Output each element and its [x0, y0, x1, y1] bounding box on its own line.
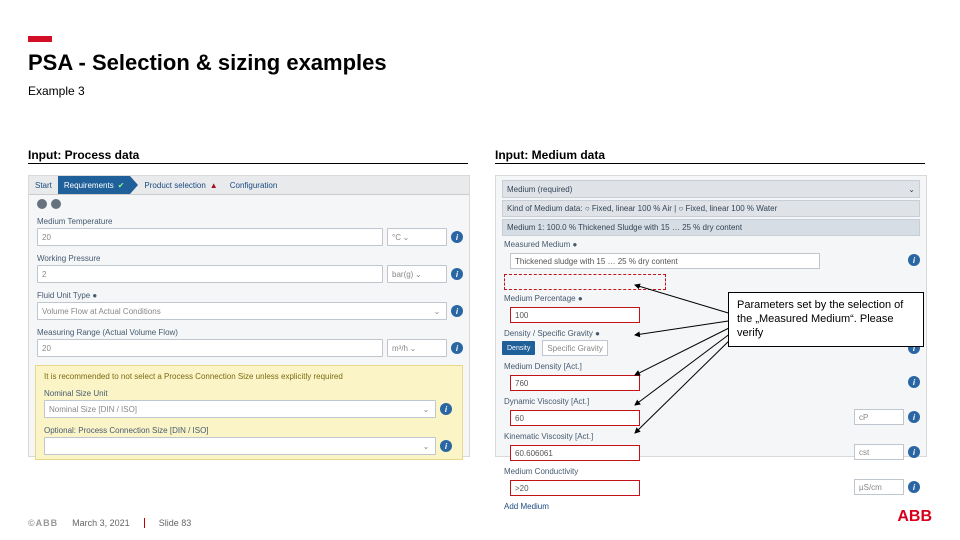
medium-percentage-input[interactable]: 100: [510, 307, 640, 323]
info-icon[interactable]: i: [908, 376, 920, 388]
warning-icon: ▲: [210, 181, 218, 190]
footer-slide: Slide 83: [159, 518, 192, 528]
field-label: Dynamic Viscosity [Act.]: [496, 393, 926, 408]
gear-icon[interactable]: [37, 199, 47, 209]
measured-medium-select[interactable]: Thickened sludge with 15 … 25 % dry cont…: [510, 253, 820, 269]
unit-select[interactable]: cst: [854, 444, 904, 460]
field-label: Medium Density [Act.]: [496, 358, 926, 373]
working-pressure-input[interactable]: 2: [37, 265, 383, 283]
wizard-step-start[interactable]: Start: [29, 176, 58, 194]
unit-select[interactable]: µS/cm: [854, 479, 904, 495]
fluid-unit-type-select[interactable]: Volume Flow at Actual Conditions⌄: [37, 302, 447, 320]
medium-temperature-unit[interactable]: °C⌄: [387, 228, 447, 246]
process-data-panel: Start Requirements ✔ Product selection ▲…: [28, 175, 470, 457]
conductivity-input[interactable]: >20: [510, 480, 640, 496]
page-title: PSA - Selection & sizing examples: [28, 50, 387, 76]
info-icon[interactable]: i: [908, 411, 920, 423]
chevron-down-icon: ⌄: [421, 441, 431, 451]
recommendation-text: It is recommended to not select a Proces…: [40, 370, 458, 385]
divider: [495, 163, 925, 164]
section-label-medium: Input: Medium data: [495, 148, 605, 162]
field-label: Optional: Process Connection Size [DIN /…: [40, 422, 458, 437]
nominal-size-select[interactable]: Nominal Size [DIN / ISO]⌄: [44, 400, 436, 418]
info-icon[interactable]: i: [908, 446, 920, 458]
chevron-down-icon: ⌄: [408, 343, 418, 353]
dynamic-viscosity-input[interactable]: 60: [510, 410, 640, 426]
field-label: Fluid Unit Type ●: [29, 287, 469, 302]
footer-divider: [144, 518, 145, 528]
density-input[interactable]: 760: [510, 375, 640, 391]
info-icon[interactable]: i: [451, 342, 463, 354]
chevron-right-icon: [130, 176, 138, 194]
chevron-down-icon: ⌄: [908, 185, 915, 194]
chevron-down-icon: ⌄: [413, 269, 423, 279]
divider: [28, 163, 468, 164]
page-subtitle: Example 3: [28, 84, 85, 98]
wizard-step-label: Requirements: [64, 181, 114, 190]
field-label: Working Pressure: [29, 250, 469, 265]
gear-icon[interactable]: [51, 199, 61, 209]
connection-size-select[interactable]: ⌄: [44, 437, 436, 455]
kinematic-viscosity-input[interactable]: 60.606061: [510, 445, 640, 461]
info-icon[interactable]: i: [451, 268, 463, 280]
add-medium-link[interactable]: Add Medium: [496, 498, 926, 515]
field-label: Medium Conductivity: [496, 463, 926, 478]
medium-temperature-input[interactable]: 20: [37, 228, 383, 246]
footer: ©ABB March 3, 2021 Slide 83: [28, 518, 191, 528]
abb-logo: ABB: [897, 508, 932, 526]
wizard-step-product-selection[interactable]: Product selection ▲: [138, 176, 223, 194]
density-button[interactable]: Density: [502, 341, 535, 355]
info-icon[interactable]: i: [440, 403, 452, 415]
field-label: Measured Medium ●: [496, 236, 926, 251]
field-label: Medium Temperature: [29, 213, 469, 228]
wizard-steps: Start Requirements ✔ Product selection ▲…: [29, 176, 469, 195]
working-pressure-unit[interactable]: bar(g)⌄: [387, 265, 447, 283]
highlight-dashed-icon: [504, 274, 666, 290]
field-label: Nominal Size Unit: [40, 385, 458, 400]
recommendation-box: It is recommended to not select a Proces…: [35, 365, 463, 460]
chevron-down-icon: ⌄: [432, 306, 442, 316]
info-icon[interactable]: i: [451, 305, 463, 317]
wizard-step-requirements[interactable]: Requirements ✔: [58, 176, 131, 194]
copyright: ©ABB: [28, 518, 58, 528]
specific-gravity-button[interactable]: Specific Gravity: [542, 340, 608, 356]
field-label: Kinematic Viscosity [Act.]: [496, 428, 926, 443]
info-icon[interactable]: i: [908, 481, 920, 493]
section-label-process: Input: Process data: [28, 148, 139, 162]
info-icon[interactable]: i: [451, 231, 463, 243]
measuring-range-input[interactable]: 20: [37, 339, 383, 357]
callout-box: Parameters set by the selection of the „…: [728, 292, 924, 347]
info-icon[interactable]: i: [440, 440, 452, 452]
info-icon[interactable]: i: [908, 254, 920, 266]
kind-of-medium-row[interactable]: Kind of Medium data: ○ Fixed, linear 100…: [502, 200, 920, 217]
chevron-down-icon: ⌄: [421, 404, 431, 414]
medium-header[interactable]: Medium (required)⌄: [502, 180, 920, 198]
measuring-range-unit[interactable]: m³/h⌄: [387, 339, 447, 357]
wizard-step-configuration[interactable]: Configuration: [224, 176, 284, 194]
footer-date: March 3, 2021: [72, 518, 130, 528]
field-label: Measuring Range (Actual Volume Flow): [29, 324, 469, 339]
medium1-row[interactable]: Medium 1: 100.0 % Thickened Sludge with …: [502, 219, 920, 236]
unit-select[interactable]: cP: [854, 409, 904, 425]
chevron-down-icon: ⌄: [401, 232, 411, 242]
wizard-step-label: Product selection: [144, 181, 205, 190]
title-bar-accent: [28, 36, 52, 42]
